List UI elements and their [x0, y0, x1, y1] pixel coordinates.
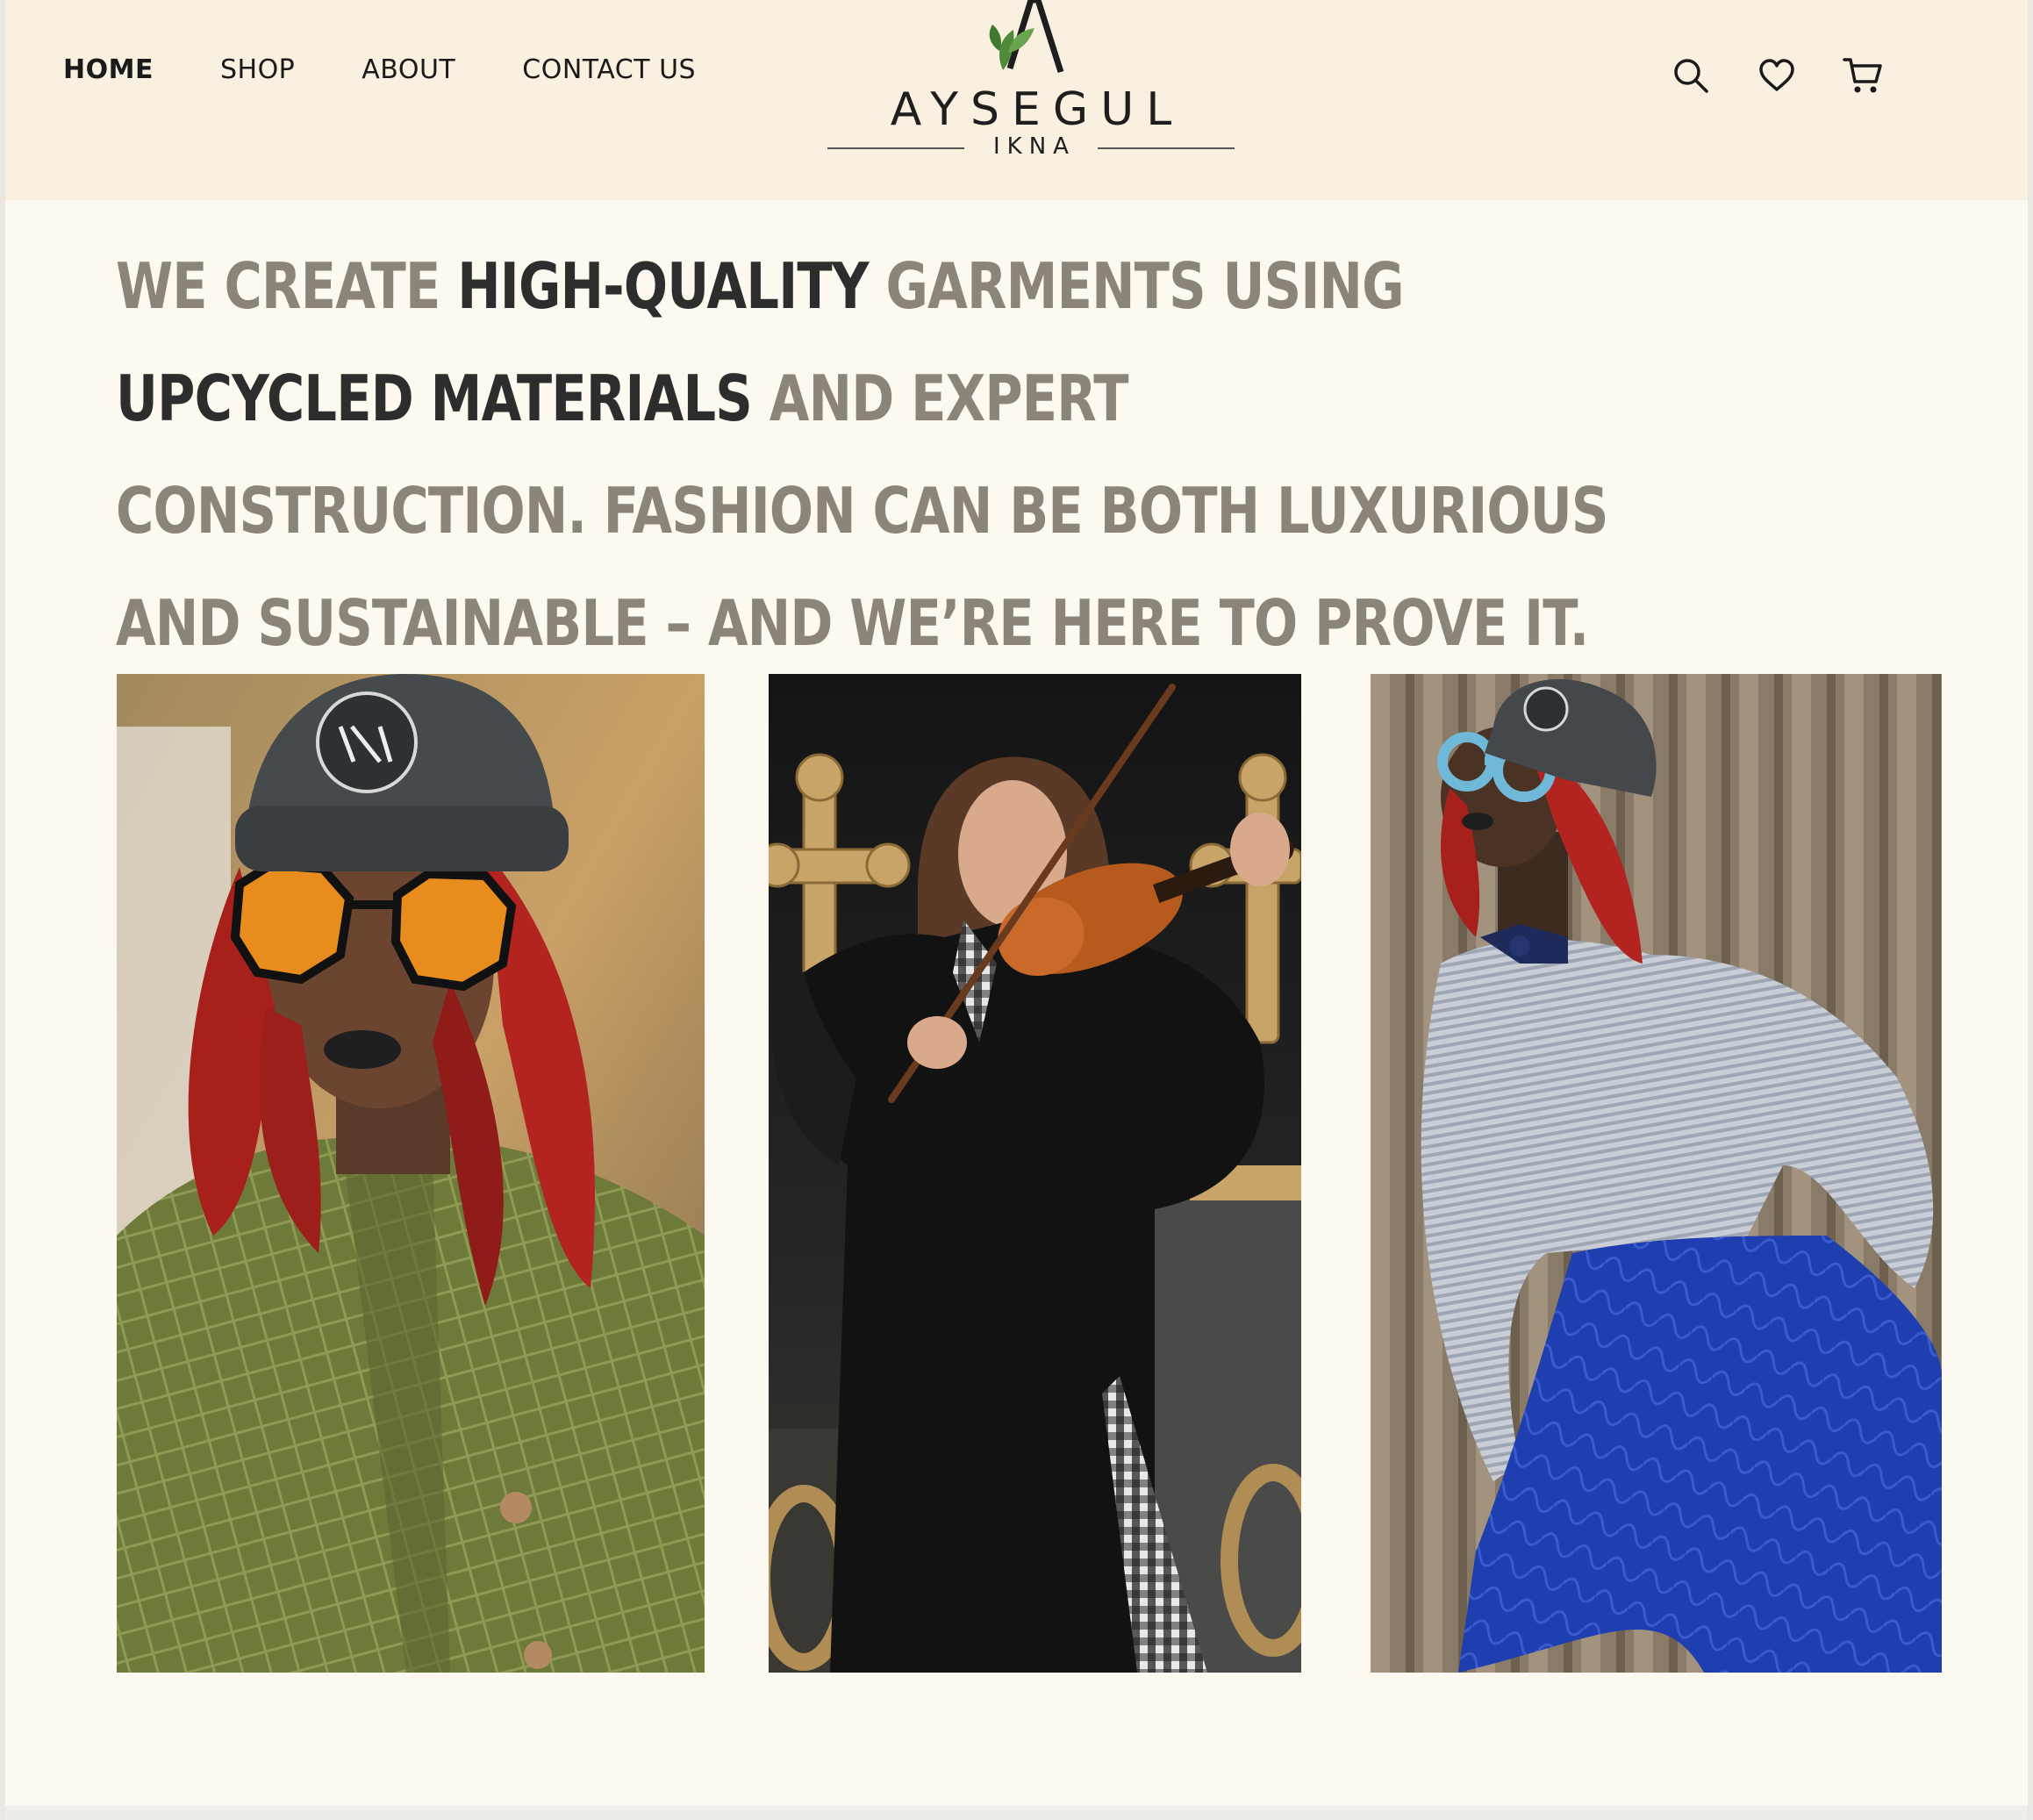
headline-text: garments using — [868, 249, 1404, 323]
gallery-photo-olive-jacket[interactable] — [117, 674, 705, 1673]
headline-text: We create — [116, 249, 458, 323]
heart-icon[interactable] — [1756, 54, 1798, 97]
brand-logo[interactable]: AYSEGUL IKNA — [827, 0, 1235, 167]
nav-contact-link[interactable]: CONTACT US — [522, 54, 696, 85]
headline-emphasis: upcycled materials — [116, 362, 753, 435]
header-icons — [1670, 54, 1928, 97]
gallery-photo-blue-trousers[interactable] — [1371, 674, 1942, 1673]
nav-about-link[interactable]: ABOUT — [362, 54, 455, 85]
nav-home-link[interactable]: HOME — [63, 54, 154, 85]
footer-divider — [0, 1806, 2033, 1820]
brand-name: AYSEGUL — [890, 83, 1185, 136]
headline-emphasis: high-quality — [457, 249, 869, 323]
search-icon[interactable] — [1670, 54, 1712, 97]
nav-shop-link[interactable]: SHOP — [220, 54, 295, 85]
gallery-photo-violinist[interactable] — [769, 674, 1301, 1673]
cart-icon[interactable] — [1842, 54, 1884, 97]
main-nav: HOME SHOP ABOUT CONTACT US — [63, 54, 762, 85]
site-header: HOME SHOP ABOUT CONTACT US AYSEGUL IKNA — [5, 0, 2028, 200]
hero-headline: We create high-quality garments using up… — [116, 230, 1613, 679]
brand-subname: IKNA — [993, 133, 1076, 160]
